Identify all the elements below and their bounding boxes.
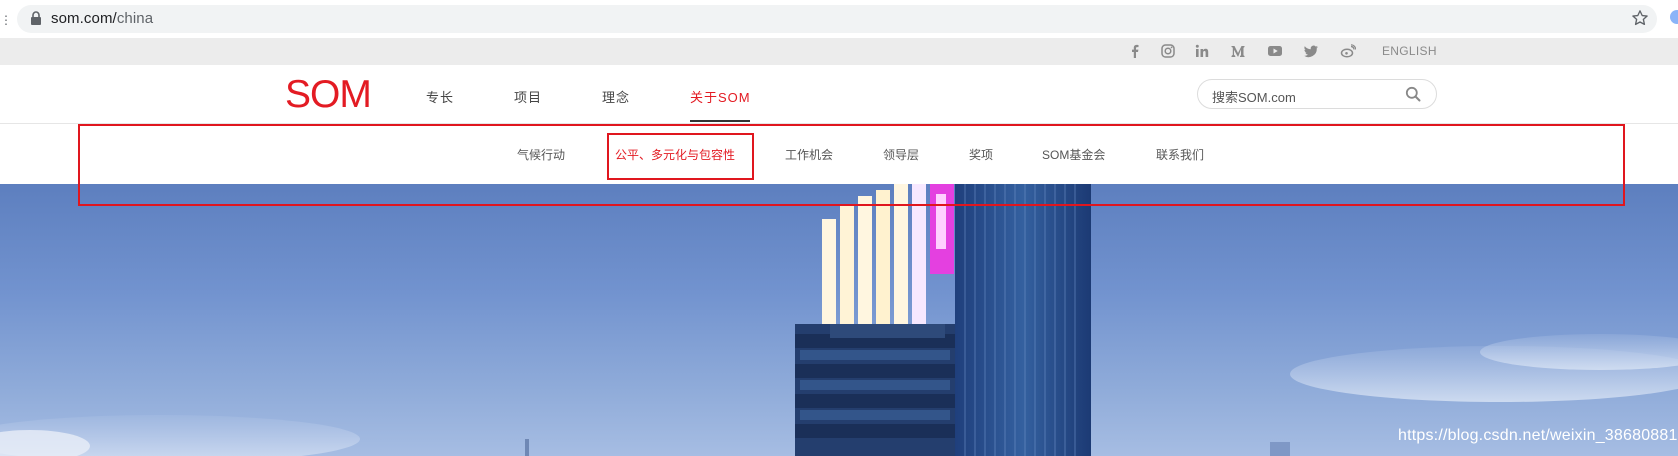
active-nav-underline [690,120,750,122]
annotation-outer-box [78,124,1625,206]
som-logo[interactable]: SOM [285,75,372,114]
browser-toolbar: ⋮ som.com/china [0,0,1678,36]
nav-item-about-som[interactable]: 关于SOM [690,87,751,106]
search-placeholder: 搜索SOM.com [1212,90,1296,105]
utility-bar: ENGLISH [0,38,1678,65]
english-language-link[interactable]: ENGLISH [1382,44,1437,58]
facebook-icon[interactable] [1127,43,1143,59]
lock-icon[interactable] [30,11,42,25]
annotation-highlight-box [607,133,754,180]
watermark: https://blog.csdn.net/weixin_38680881 [1398,427,1678,444]
main-header: SOM 专长 项目 理念 关于SOM 搜索SOM.com [0,65,1678,124]
url-text[interactable]: som.com/china [51,10,153,27]
profile-icon[interactable] [1670,10,1678,24]
search-input[interactable]: 搜索SOM.com [1197,79,1437,109]
nav-item-projects[interactable]: 项目 [514,87,542,106]
back-icon-partial[interactable]: ⋮ [0,13,12,27]
hero-image [0,184,1678,456]
linkedin-icon[interactable] [1194,43,1210,59]
address-bar[interactable] [17,5,1657,33]
youtube-icon[interactable] [1267,43,1283,59]
weibo-icon[interactable] [1340,43,1356,59]
search-icon[interactable] [1405,86,1421,102]
hero-skyline [0,184,1678,456]
star-icon[interactable] [1631,9,1649,27]
nav-item-ideas[interactable]: 理念 [602,87,630,106]
nav-item-expertise[interactable]: 专长 [426,87,454,106]
instagram-icon[interactable] [1160,43,1176,59]
medium-icon[interactable] [1230,43,1246,59]
twitter-icon[interactable] [1303,43,1319,59]
